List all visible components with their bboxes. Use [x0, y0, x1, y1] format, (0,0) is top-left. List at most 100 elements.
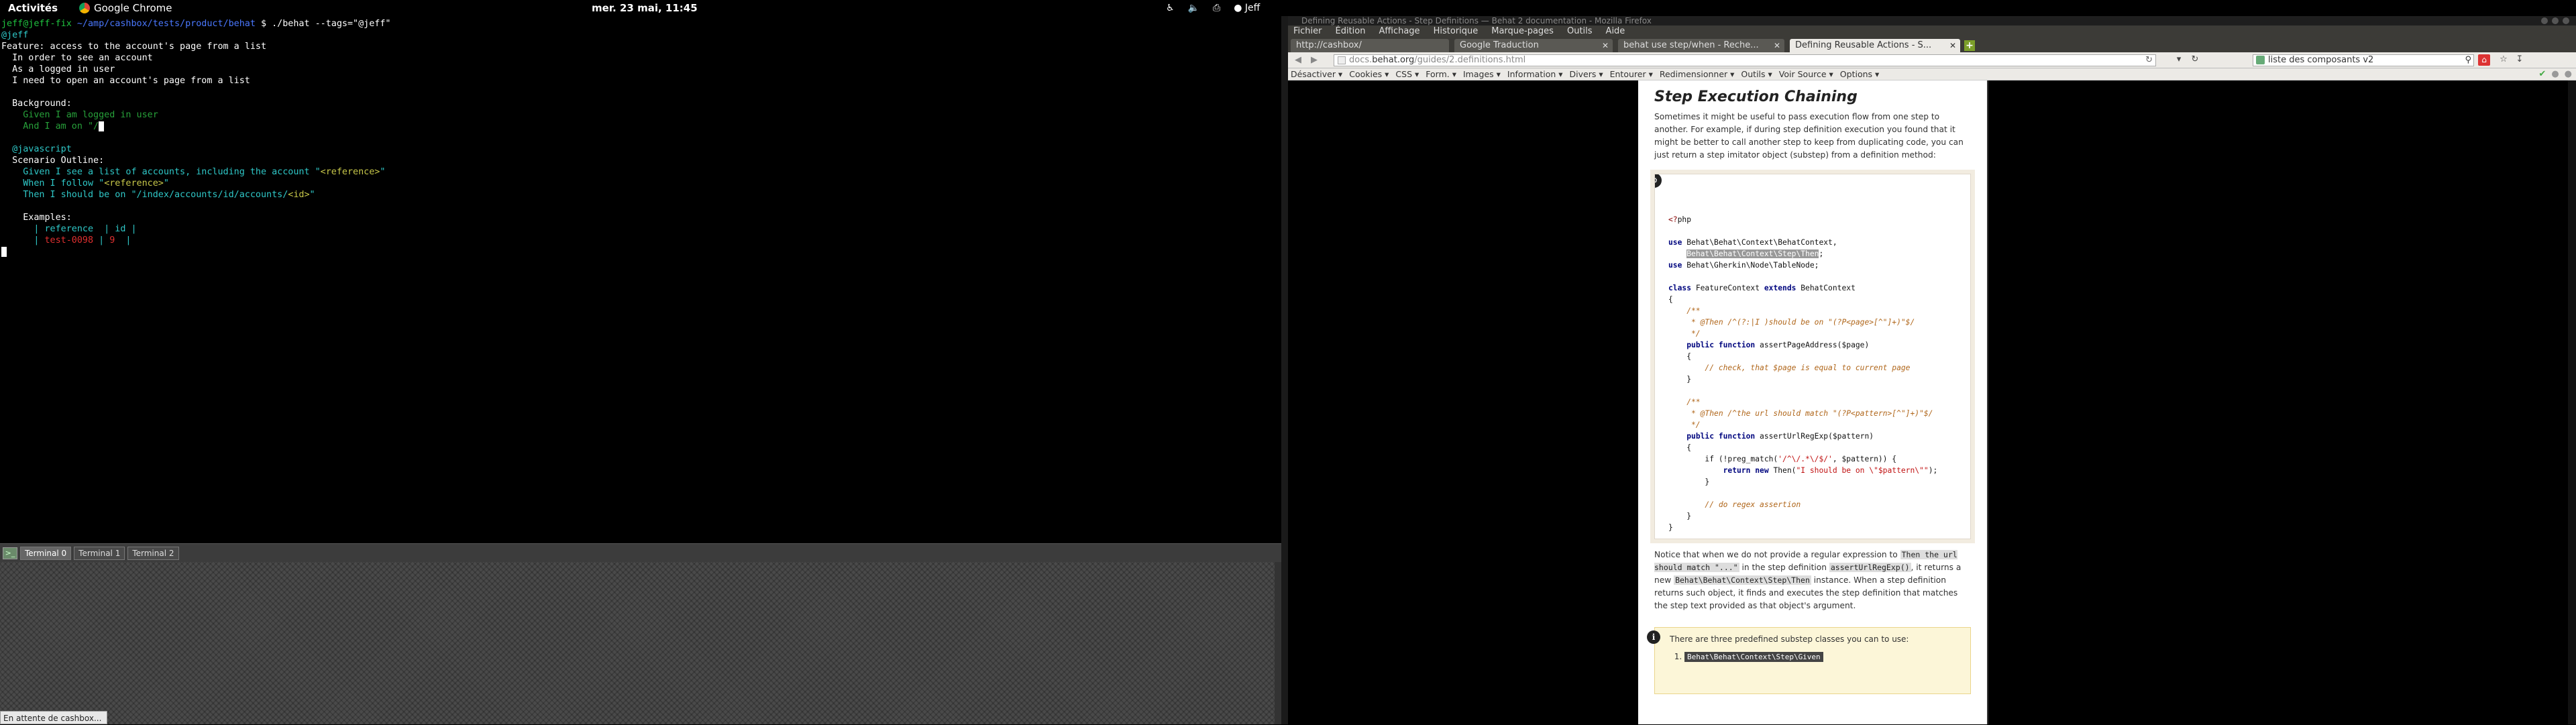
devbar-menu[interactable]: Form. ▾ — [1426, 69, 1456, 79]
terminal-empty-area — [0, 562, 1275, 724]
devbar-menu[interactable]: Divers ▾ — [1570, 69, 1603, 79]
home-icon[interactable]: ⌂ — [2478, 54, 2490, 66]
maximize-button[interactable] — [2552, 17, 2559, 24]
terminal-tab[interactable]: Terminal 1 — [74, 546, 125, 560]
code-line: use Behat\Behat\Context\BehatContext, — [1668, 237, 1964, 248]
download-icon[interactable]: ↧ — [2513, 54, 2526, 66]
terminal-text: | reference | id | — [1, 224, 137, 234]
terminal-line: I need to open an account's page from a … — [1, 75, 1281, 87]
terminal-text: Given I am logged in user — [1, 110, 158, 120]
accessibility-icon[interactable]: ♿ — [1166, 3, 1175, 13]
menu-item[interactable]: Marque-pages — [1491, 25, 1554, 38]
close-button[interactable] — [2563, 17, 2569, 24]
clock[interactable]: mer. 23 mai, 11:45 — [592, 2, 698, 14]
bookmarks-icon[interactable]: ☆ — [2497, 54, 2510, 66]
close-tab-icon[interactable]: ✕ — [1949, 39, 1956, 52]
menu-item[interactable]: Fichier — [1293, 25, 1322, 38]
forward-icon[interactable]: ▶ — [1308, 55, 1320, 66]
menu-item[interactable]: Édition — [1336, 25, 1366, 38]
url-path: /guides/2.definitions.html — [1414, 55, 1526, 65]
minimize-button[interactable] — [2541, 17, 2548, 24]
code-line: if (!preg_match('/^\/.*\/$/', $pattern))… — [1668, 453, 1964, 465]
url-bar[interactable]: docs.behat.org/guides/2.definitions.html… — [1334, 54, 2156, 66]
system-top-bar: Activités Google Chrome mer. 23 mai, 11:… — [0, 0, 2576, 16]
browser-tab[interactable]: http://cashbox/ — [1291, 39, 1449, 52]
notice-text: in the step definition — [1739, 563, 1829, 572]
code-token: ); — [1928, 466, 1938, 475]
menu-item[interactable]: Historique — [1434, 25, 1479, 38]
code-token: FeatureContext — [1691, 284, 1764, 292]
terminal-line: And I am on "/ — [1, 121, 1281, 132]
user-menu[interactable]: ● Jeff — [1234, 3, 1260, 13]
app-name: Google Chrome — [94, 2, 172, 14]
devbar-menu[interactable]: Images ▾ — [1463, 69, 1501, 79]
status-icon[interactable]: ● — [2551, 69, 2559, 79]
code-token: Behat\Gherkin\Node\TableNode; — [1682, 261, 1819, 270]
terminal-tab[interactable]: Terminal 2 — [127, 546, 179, 560]
url-domain: behat.org — [1372, 55, 1415, 65]
user-name: Jeff — [1244, 3, 1260, 13]
status-icon[interactable]: ● — [2565, 69, 2572, 79]
navigation-bar: ◀ ▶ docs.behat.org/guides/2.definitions.… — [1288, 52, 2576, 68]
terminal-tab[interactable]: Terminal 0 — [20, 546, 72, 560]
close-tab-icon[interactable]: ✕ — [1774, 39, 1780, 52]
back-icon[interactable]: ◀ — [1292, 55, 1304, 66]
volume-icon[interactable]: 🔈 — [1188, 3, 1199, 13]
search-icon[interactable]: ⚲ — [2465, 55, 2471, 66]
search-engine-icon[interactable] — [2256, 56, 2265, 64]
devbar-menu[interactable]: Désactiver ▾ — [1291, 69, 1342, 79]
code-token: } — [1668, 478, 1710, 486]
check-icon[interactable]: ✔ — [2538, 69, 2546, 79]
code-token: assertPageAddress($page) — [1755, 341, 1870, 349]
code-line: * @Then /^(?:|I )should be on "(?P<page>… — [1668, 317, 1964, 328]
close-tab-icon[interactable]: ✕ — [1602, 39, 1609, 52]
menu-item[interactable]: Affichage — [1379, 25, 1419, 38]
menu-item[interactable]: Outils — [1567, 25, 1593, 38]
code-line: // check, that $page is equal to current… — [1668, 362, 1964, 374]
page-viewport[interactable]: Step Execution Chaining Sometimes it mig… — [1288, 80, 2576, 724]
devbar-menu[interactable]: Options ▾ — [1840, 69, 1879, 79]
devbar-menu[interactable]: CSS ▾ — [1395, 69, 1419, 79]
page-scrollbar[interactable] — [2568, 80, 2576, 724]
history-icon[interactable]: ▾ — [2172, 54, 2186, 66]
terminal-cursor — [99, 121, 105, 131]
code-line: public function assertPageAddress($page) — [1668, 339, 1964, 351]
browser-tab[interactable]: behat use step/when - Reche... ✕ — [1618, 39, 1784, 52]
code-token: */ — [1668, 329, 1701, 338]
code-token: { — [1668, 443, 1692, 452]
reload-icon[interactable]: ↻ — [2145, 55, 2153, 66]
note-list-item: Behat\Behat\Context\Step\Given — [1684, 652, 1964, 662]
devbar-menu[interactable]: Outils ▾ — [1741, 69, 1772, 79]
menu-bar: Fichier Édition Affichage Historique Marque-… — [1288, 25, 2576, 38]
reload-button-icon[interactable]: ↻ — [2188, 54, 2202, 66]
devbar-menu[interactable]: Information ▾ — [1507, 69, 1563, 79]
menu-item[interactable]: Aide — [1606, 25, 1625, 38]
firefox-window: Defining Reusable Actions - Step Definit… — [1288, 16, 2576, 724]
code-token: /** — [1668, 306, 1701, 315]
devbar-menu[interactable]: Redimensionner ▾ — [1660, 69, 1735, 79]
terminal-line: Examples: — [1, 212, 1281, 223]
new-tab-button[interactable]: + — [1964, 40, 1975, 51]
window-titlebar: Defining Reusable Actions - Step Definit… — [1288, 16, 2576, 25]
tab-label: Google Traduction — [1460, 40, 1539, 50]
terminal-output[interactable]: jeff@jeff-fix ~/amp/cashbox/tests/produc… — [0, 16, 1281, 543]
terminal-line: Background: — [1, 98, 1281, 109]
browser-tab[interactable]: Google Traduction ✕ — [1454, 39, 1613, 52]
site-identity-icon[interactable] — [1338, 56, 1346, 64]
terminal-text: " — [163, 178, 169, 188]
network-icon[interactable]: ⎙ — [1213, 3, 1220, 13]
devbar-menu[interactable]: Entourer ▾ — [1610, 69, 1653, 79]
search-input[interactable]: liste des composants v2 ⚲ — [2253, 54, 2474, 66]
terminal-scrollbar[interactable] — [1275, 562, 1281, 724]
browser-tab-active[interactable]: Defining Reusable Actions - S... ✕ — [1790, 39, 1960, 52]
terminal-icon[interactable]: >_ — [3, 547, 17, 559]
devbar-menu[interactable]: Voir Source ▾ — [1779, 69, 1833, 79]
terminal-text: In order to see an account — [1, 53, 153, 63]
terminal-text: @jeff — [1, 30, 29, 40]
activities-button[interactable]: Activités — [8, 2, 58, 14]
code-block[interactable]: ⚙ <?php use Behat\Behat\Context\BehatCont… — [1654, 174, 1971, 539]
app-menu[interactable]: Google Chrome — [79, 2, 172, 14]
devbar-menu[interactable]: Cookies ▾ — [1349, 69, 1389, 79]
